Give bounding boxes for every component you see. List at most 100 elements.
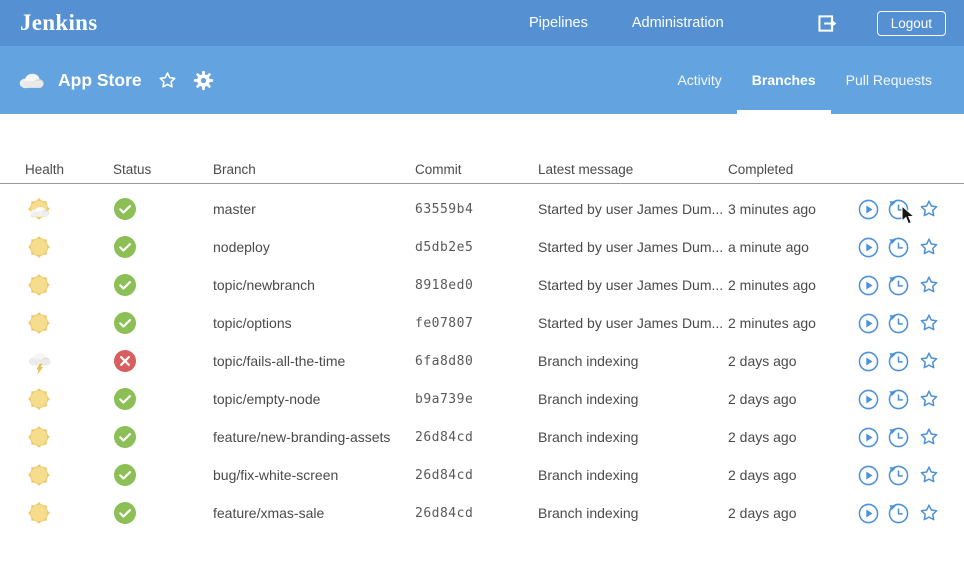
completed-time: 2 minutes ago [728, 315, 858, 331]
completed-time: 2 days ago [728, 391, 858, 407]
pipeline-title: App Store [58, 70, 142, 91]
favorite-star-icon[interactable] [918, 426, 940, 448]
nav-item-pipelines[interactable]: Pipelines [529, 15, 588, 31]
completed-time: a minute ago [728, 239, 858, 255]
sunny-icon [25, 271, 53, 299]
replay-icon[interactable] [888, 237, 909, 258]
sunny-icon [25, 309, 53, 337]
favorite-star-icon[interactable] [918, 388, 940, 410]
table-row[interactable]: feature/xmas-sale26d84cdBranch indexing2… [0, 494, 964, 532]
table-row[interactable]: nodeployd5db2e5Started by user James Dum… [0, 228, 964, 266]
table-row[interactable]: topic/optionsfe07807Started by user Jame… [0, 304, 964, 342]
run-icon[interactable] [858, 351, 879, 372]
replay-icon[interactable] [888, 389, 909, 410]
table-row[interactable]: topic/empty-nodeb9a739eBranch indexing2 … [0, 380, 964, 418]
health-cell [25, 385, 113, 413]
status-cell [113, 311, 213, 335]
sunny-icon [25, 423, 53, 451]
exit-icon[interactable] [816, 12, 839, 35]
favorite-star-icon[interactable] [918, 464, 940, 486]
branch-name: topic/options [213, 315, 415, 331]
tab-pull-requests[interactable]: Pull Requests [831, 46, 947, 114]
failure-icon [113, 349, 137, 373]
table-row[interactable]: master63559b4Started by user James Dum..… [0, 190, 964, 228]
commit-hash: 26d84cd [415, 430, 538, 445]
replay-icon[interactable] [888, 275, 909, 296]
actions-cell [858, 464, 940, 486]
health-cell [25, 423, 113, 451]
replay-icon[interactable] [888, 465, 909, 486]
latest-message: Started by user James Dum... [538, 277, 728, 293]
replay-icon[interactable] [888, 313, 909, 334]
success-icon [113, 273, 137, 297]
branch-name: master [213, 201, 415, 217]
tab-activity[interactable]: Activity [662, 46, 736, 114]
branch-name: topic/newbranch [213, 277, 415, 293]
replay-icon[interactable] [888, 351, 909, 372]
branch-name: topic/fails-all-the-time [213, 353, 415, 369]
commit-hash: 8918ed0 [415, 278, 538, 293]
logout-button[interactable]: Logout [877, 11, 946, 36]
run-icon[interactable] [858, 237, 879, 258]
sunny-icon [25, 385, 53, 413]
run-icon[interactable] [858, 503, 879, 524]
column-header-commit: Commit [415, 162, 538, 177]
status-cell [113, 349, 213, 373]
health-cell [25, 347, 113, 375]
success-icon [113, 425, 137, 449]
run-icon[interactable] [858, 427, 879, 448]
actions-cell [858, 388, 940, 410]
table-row[interactable]: topic/fails-all-the-time6fa8d80Branch in… [0, 342, 964, 380]
exit-icon-glyph [816, 12, 839, 35]
table-row[interactable]: topic/newbranch8918ed0Started by user Ja… [0, 266, 964, 304]
run-icon[interactable] [858, 389, 879, 410]
success-icon [113, 197, 137, 221]
status-cell [113, 387, 213, 411]
run-icon[interactable] [858, 313, 879, 334]
table-header-row: HealthStatusBranchCommitLatest messageCo… [0, 155, 964, 184]
run-icon[interactable] [858, 199, 879, 220]
health-cell [25, 309, 113, 337]
favorite-star-icon[interactable] [918, 312, 940, 334]
favorite-star-icon[interactable] [918, 198, 940, 220]
favorite-star-icon[interactable] [918, 350, 940, 372]
gear-icon[interactable] [193, 70, 214, 91]
actions-cell [858, 312, 940, 334]
jenkins-logo[interactable]: Jenkins [20, 10, 98, 36]
health-cell [25, 233, 113, 261]
replay-icon[interactable] [888, 427, 909, 448]
actions-cell [858, 198, 940, 220]
status-cell [113, 501, 213, 525]
partly-cloudy-icon [25, 195, 53, 223]
replay-icon[interactable] [888, 199, 909, 220]
health-cell [25, 195, 113, 223]
completed-time: 2 days ago [728, 429, 858, 445]
latest-message: Started by user James Dum... [538, 201, 728, 217]
latest-message: Branch indexing [538, 467, 728, 483]
favorite-star-icon[interactable] [918, 236, 940, 258]
nav-item-administration[interactable]: Administration [632, 15, 724, 31]
tab-branches[interactable]: Branches [737, 46, 831, 114]
actions-cell [858, 426, 940, 448]
latest-message: Branch indexing [538, 353, 728, 369]
favorite-star-icon[interactable] [918, 502, 940, 524]
status-cell [113, 463, 213, 487]
actions-cell [858, 236, 940, 258]
actions-cell [858, 350, 940, 372]
jenkins-blue-ocean-app: Jenkins Pipelines Administration Logout A… [0, 0, 964, 564]
commit-hash: 26d84cd [415, 468, 538, 483]
replay-icon[interactable] [888, 503, 909, 524]
favorite-star-icon[interactable] [918, 274, 940, 296]
success-icon [113, 235, 137, 259]
branch-name: topic/empty-node [213, 391, 415, 407]
column-header-health: Health [25, 162, 113, 177]
latest-message: Started by user James Dum... [538, 315, 728, 331]
table-row[interactable]: bug/fix-white-screen26d84cdBranch indexi… [0, 456, 964, 494]
favorite-star-icon[interactable] [157, 70, 178, 91]
run-icon[interactable] [858, 465, 879, 486]
branch-name: nodeploy [213, 239, 415, 255]
table-row[interactable]: feature/new-branding-assets26d84cdBranch… [0, 418, 964, 456]
column-header-status: Status [113, 162, 213, 177]
run-icon[interactable] [858, 275, 879, 296]
completed-time: 2 days ago [728, 505, 858, 521]
